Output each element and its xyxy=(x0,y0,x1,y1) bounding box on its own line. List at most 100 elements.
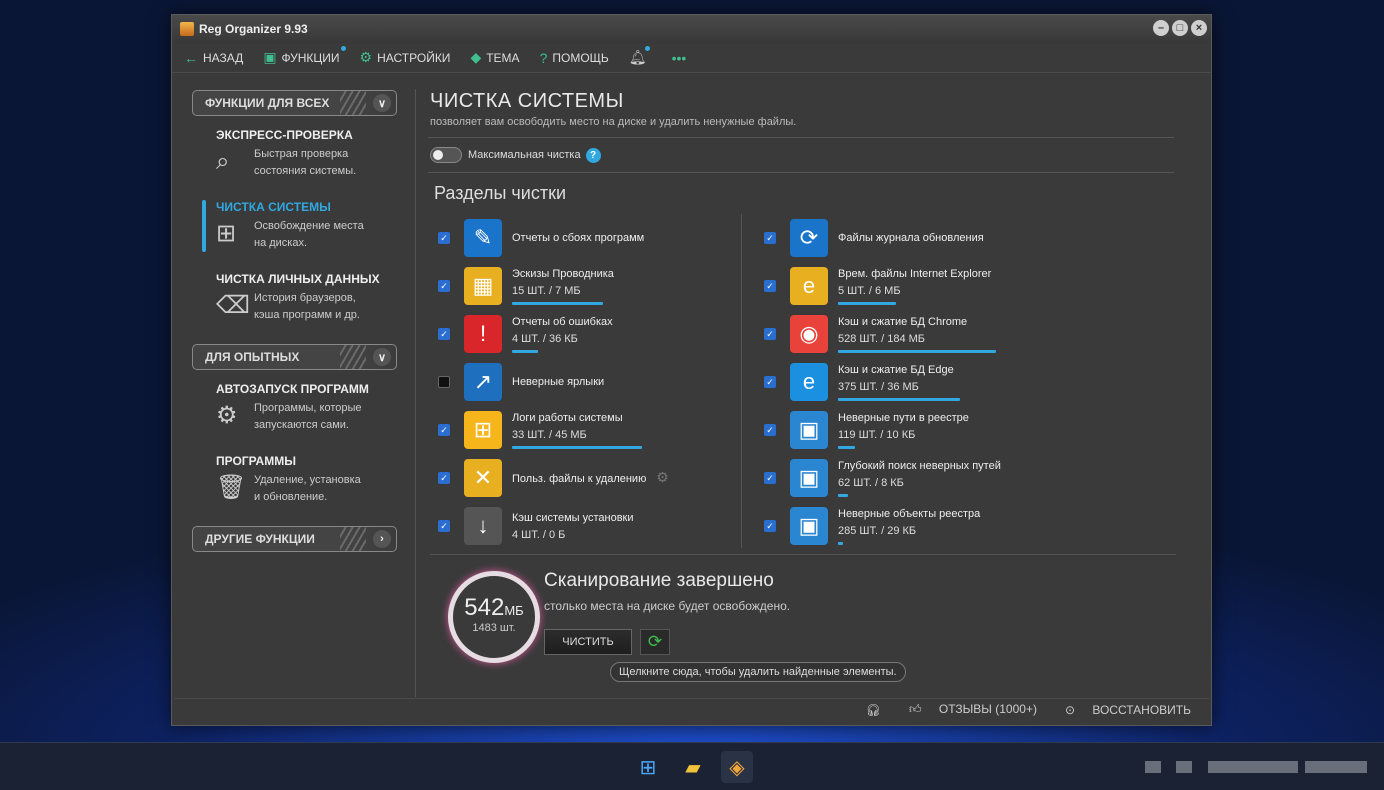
theme-icon: ◆ xyxy=(470,49,482,65)
close-button[interactable]: × xyxy=(1191,20,1207,36)
section-checkbox[interactable]: ✓ xyxy=(438,280,450,292)
section-checkbox[interactable]: ✓ xyxy=(764,328,776,340)
section-checkbox[interactable]: ✓ xyxy=(764,424,776,436)
sections-title: Разделы чистки xyxy=(434,183,567,203)
registry-paths-icon: ▣ xyxy=(790,411,828,449)
disk-clean-icon: ⊞ xyxy=(216,220,237,247)
reg-organizer-icon: ◈ xyxy=(729,756,745,779)
chrome-icon: ◉ xyxy=(790,315,828,353)
max-clean-toggle[interactable] xyxy=(430,147,462,163)
section-size-bar xyxy=(838,445,855,449)
section-checkbox[interactable]: ✓ xyxy=(764,232,776,244)
section-size-bar xyxy=(838,349,996,353)
folder-icon: ▰ xyxy=(685,756,701,779)
install-cache-icon: ↓ xyxy=(464,507,502,545)
menu-settings[interactable]: ⚙ НАСТРОЙКИ xyxy=(360,49,451,66)
chevron-down-icon: ∨ xyxy=(373,94,391,112)
more-button[interactable]: ••• xyxy=(672,50,692,66)
taskbar-reg-organizer[interactable]: ◈ xyxy=(721,751,753,783)
rescan-button[interactable]: ⟳ xyxy=(640,629,670,655)
section-label: Эскизы Проводника xyxy=(512,267,614,280)
section-count: 4 ШТ. / 36 КБ xyxy=(512,332,578,345)
section-item[interactable]: ✓ ▦ Эскизы Проводника 15 ШТ. / 7 МБ xyxy=(430,262,730,310)
section-checkbox[interactable]: ✓ xyxy=(438,520,450,532)
section-checkbox[interactable]: ✓ xyxy=(438,424,450,436)
section-item[interactable]: ✓! Отчеты об ошибках 4 ШТ. / 36 КБ xyxy=(430,310,730,358)
section-checkbox[interactable]: ✓ xyxy=(438,328,450,340)
clean-button[interactable]: ЧИСТИТЬ xyxy=(544,629,632,655)
section-item[interactable]: ✓ e Врем. файлы Internet Explorer 5 ШТ. / 6… xyxy=(756,262,1056,310)
section-item[interactable]: ↗ Неверные ярлыки xyxy=(430,358,730,406)
section-item[interactable]: ✓ ▣ Неверные пути в реестре 119 ШТ. / 10 КБ xyxy=(756,406,1056,454)
section-checkbox[interactable]: ✓ xyxy=(764,376,776,388)
section-checkbox[interactable]: ✓ xyxy=(764,472,776,484)
section-label: Кэш системы установки xyxy=(512,511,634,524)
section-item[interactable]: ✓ ▣ Неверные объекты реестра 285 ШТ. / 29 К… xyxy=(756,502,1056,550)
gear-icon[interactable]: ⚙ xyxy=(652,469,669,485)
section-item[interactable]: ✓ ✕ Польз. файлы к удалению ⚙ xyxy=(430,454,730,502)
section-size-bar xyxy=(512,445,642,449)
start-button[interactable]: ⊞ xyxy=(632,751,664,783)
section-item[interactable]: ✓ ◉ Кэш и сжатие БД Chrome 528 ШТ. / 184 МБ xyxy=(756,310,1056,358)
thumbs-up-icon: 👍︎ xyxy=(909,702,925,716)
section-checkbox[interactable]: ✓ xyxy=(438,232,450,244)
section-size-bar xyxy=(512,349,538,353)
scan-result: 542МБ 1483 шт. Сканирование завершено ст… xyxy=(430,554,1176,684)
sidebar-item-express-check[interactable]: ЭКСПРЕСС-ПРОВЕРКА ⌕ Быстрая проверка состо… xyxy=(216,128,415,200)
windows-icon: ⊞ xyxy=(639,756,657,779)
section-count: 5 ШТ. / 6 МБ xyxy=(838,284,901,297)
menu-back[interactable]: ← НАЗАД xyxy=(184,50,243,66)
section-item[interactable]: ✓ ↓ Кэш системы установки 4 ШТ. / 0 Б xyxy=(430,502,730,550)
reviews-link[interactable]: 👍︎ ОТЗЫВЫ (1000+) xyxy=(895,702,1037,717)
status-bar: 🎧︎ 👍︎ ОТЗЫВЫ (1000+) ⊙ ВОССТАНОВИТЬ xyxy=(175,698,1209,720)
section-checkbox[interactable] xyxy=(438,376,450,388)
section-item[interactable]: ✓ ⊞ Логи работы системы 33 ШТ. / 45 МБ xyxy=(430,406,730,454)
group-other-functions[interactable]: ДРУГИЕ ФУНКЦИИ › xyxy=(192,526,397,552)
chevron-right-icon: › xyxy=(373,530,391,548)
section-item[interactable]: ✓ ⟳ Файлы журнала обновления xyxy=(756,214,1056,262)
menu-functions[interactable]: ▣ ФУНКЦИИ xyxy=(263,46,346,66)
menu-help[interactable]: ? ПОМОЩЬ xyxy=(540,50,609,66)
help-icon[interactable]: ? xyxy=(585,147,601,163)
section-item[interactable]: ✓ e Кэш и сжатие БД Edge 375 ШТ. / 36 МБ xyxy=(756,358,1056,406)
sidebar-item-system-cleanup[interactable]: ЧИСТКА СИСТЕМЫ ⊞ Освобождение места на дис… xyxy=(202,200,415,272)
gear-icon: ⚙ xyxy=(359,49,373,65)
headset-icon[interactable]: 🎧︎ xyxy=(866,703,881,717)
sidebar-item-programs[interactable]: ПРОГРАММЫ 🗑︎ Удаление, установка и обновле… xyxy=(216,454,415,526)
section-checkbox[interactable]: ✓ xyxy=(764,520,776,532)
title-bar: Reg Organizer 9.93 – □ × xyxy=(172,15,1211,43)
taskbar-explorer[interactable]: ▰ xyxy=(677,751,709,783)
bell-icon: 🔔︎ xyxy=(628,49,647,65)
window-title: Reg Organizer 9.93 xyxy=(199,22,308,36)
registry-objects-icon: ▣ xyxy=(790,507,828,545)
section-checkbox[interactable]: ✓ xyxy=(438,472,450,484)
restore-icon: ⊙ xyxy=(1064,702,1079,717)
toolbox-icon: ▣ xyxy=(263,49,277,65)
maximize-button[interactable]: □ xyxy=(1172,20,1188,36)
app-logo-icon xyxy=(180,22,194,36)
section-count: 33 ШТ. / 45 МБ xyxy=(512,428,587,441)
sidebar-item-private-data[interactable]: ЧИСТКА ЛИЧНЫХ ДАННЫХ ⌫ История браузеров,… xyxy=(216,272,415,344)
section-count: 285 ШТ. / 29 КБ xyxy=(838,524,917,537)
app-window: Reg Organizer 9.93 – □ × ← НАЗАД ▣ ФУНКЦИИ… xyxy=(171,14,1212,726)
section-checkbox[interactable]: ✓ xyxy=(764,280,776,292)
restore-link[interactable]: ⊙ ВОССТАНОВИТЬ xyxy=(1051,703,1191,717)
sidebar-item-autorun[interactable]: АВТОЗАПУСК ПРОГРАММ ⚙ Программы, которые з… xyxy=(216,382,415,454)
section-item[interactable]: ✓ ✎ Отчеты о сбоях программ xyxy=(430,214,730,262)
broken-shortcut-icon: ↗ xyxy=(464,363,502,401)
section-count: 375 ШТ. / 36 МБ xyxy=(838,380,919,393)
group-for-all[interactable]: ФУНКЦИИ ДЛЯ ВСЕХ ∨ xyxy=(192,90,397,116)
minimize-button[interactable]: – xyxy=(1153,20,1169,36)
page-subtitle: позволяет вам освободить место на диске … xyxy=(430,116,797,128)
result-ring: 542МБ 1483 шт. xyxy=(448,571,540,663)
notification-dot xyxy=(644,46,650,51)
menu-theme[interactable]: ◆ ТЕМА xyxy=(470,49,519,66)
active-indicator xyxy=(202,200,206,252)
sections-right-column: ✓ ⟳ Файлы журнала обновления ✓ e Врем. файлы … xyxy=(756,214,1056,550)
section-label: Кэш и сжатие БД Edge xyxy=(838,363,954,376)
group-advanced[interactable]: ДЛЯ ОПЫТНЫХ ∨ xyxy=(192,344,397,370)
section-label: Врем. файлы Internet Explorer xyxy=(838,267,992,280)
section-item[interactable]: ✓ ▣ Глубокий поиск неверных путей 62 ШТ. / … xyxy=(756,454,1056,502)
cleanup-sections: ✓ ✎ Отчеты о сбоях программ ✓ ▦ Эскизы Провод… xyxy=(430,214,1178,554)
notifications-button[interactable]: 🔔︎ xyxy=(628,46,652,66)
